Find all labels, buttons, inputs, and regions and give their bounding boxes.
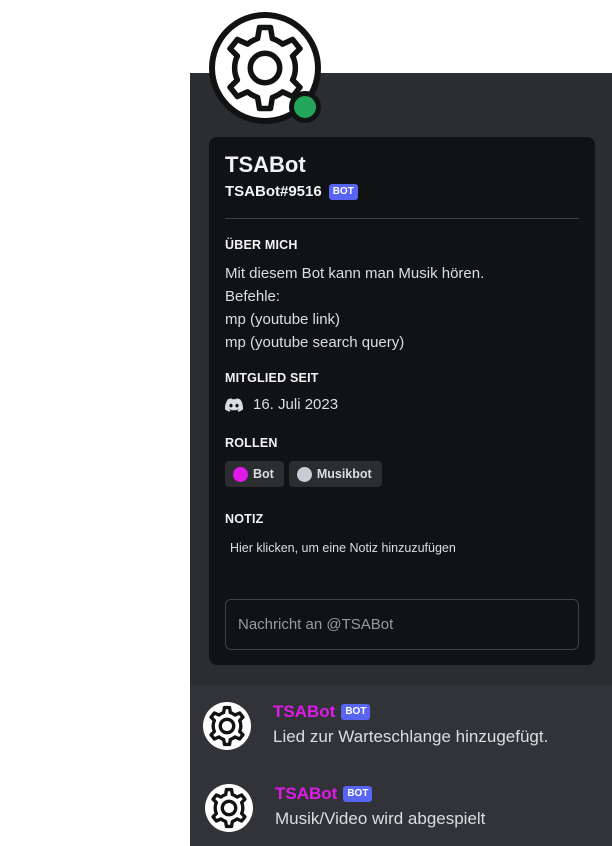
about-line: mp (youtube search query) — [225, 334, 405, 351]
bot-badge: BOT — [343, 786, 373, 802]
discord-icon — [225, 397, 243, 412]
message-author[interactable]: TSABot — [275, 784, 337, 804]
role-musikbot[interactable]: Musikbot — [288, 461, 382, 487]
member-since: 16. Juli 2023 — [225, 396, 338, 413]
about-title: ÜBER MICH — [225, 238, 298, 252]
bot-badge: BOT — [341, 704, 371, 720]
chat-message: TSABot BOT Lied zur Warteschlange hinzug… — [203, 702, 548, 750]
role-bot[interactable]: Bot — [225, 461, 284, 487]
role-label: Bot — [253, 467, 274, 481]
role-color-dot — [233, 466, 248, 482]
role-label: Musikbot — [316, 467, 372, 481]
profile-username: TSABot — [225, 152, 306, 177]
member-since-title: MITGLIED SEIT — [225, 371, 319, 385]
message-input[interactable] — [225, 599, 579, 650]
note-title: NOTIZ — [225, 512, 264, 526]
message-author[interactable]: TSABot — [273, 702, 335, 722]
bot-badge: BOT — [328, 183, 358, 200]
gear-icon[interactable] — [205, 784, 253, 832]
role-color-dot — [296, 466, 312, 482]
about-line: Befehle: — [225, 288, 281, 305]
message-text: Musik/Video wird abgespielt — [275, 809, 486, 828]
about-line: mp (youtube link) — [225, 311, 341, 328]
roles-list: Bot Musikbot — [225, 461, 382, 487]
chat-message: TSABot BOT Musik/Video wird abgespielt — [205, 784, 485, 832]
note-input[interactable]: Hier klicken, um eine Notiz hinzuzufügen — [230, 541, 456, 555]
user-tag: TSABot#9516 — [225, 183, 322, 200]
message-text: Lied zur Warteschlange hinzugefügt. — [273, 727, 549, 746]
roles-title: ROLLEN — [225, 436, 278, 450]
divider — [225, 218, 579, 219]
profile-tagline: TSABot#9516 BOT — [225, 183, 358, 200]
member-since-date: 16. Juli 2023 — [253, 396, 339, 413]
about-line: Mit diesem Bot kann man Musik hören. — [225, 265, 485, 282]
about-text: Mit diesem Bot kann man Musik hören. Bef… — [225, 262, 484, 354]
online-status-indicator — [289, 91, 321, 123]
gear-icon[interactable] — [203, 702, 251, 750]
